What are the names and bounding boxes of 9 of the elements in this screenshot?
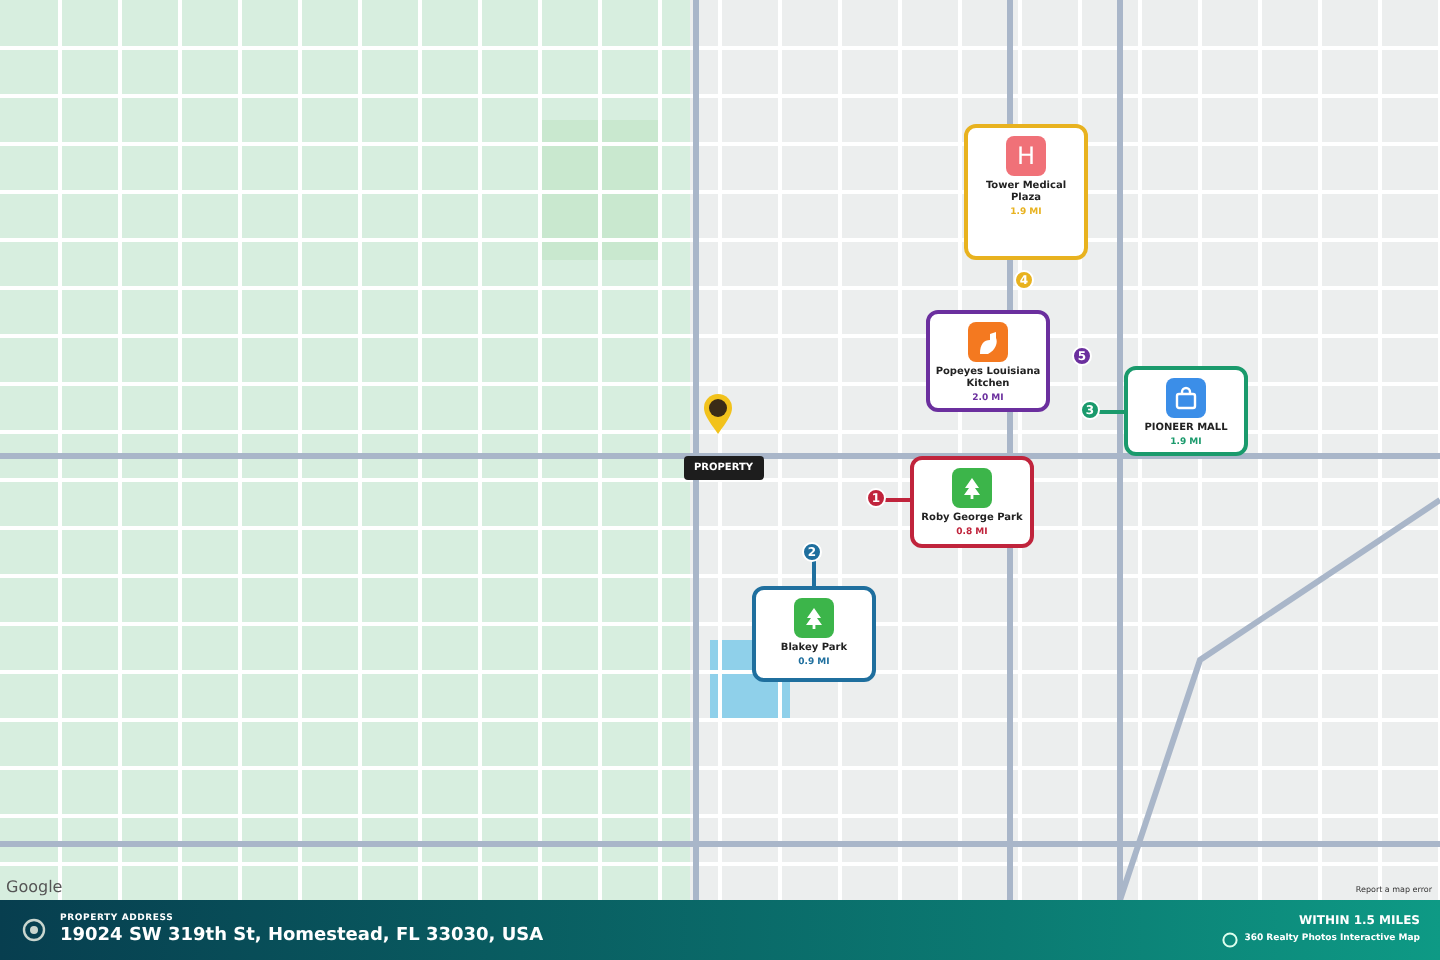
globe-icon [1222, 931, 1239, 947]
tree-icon [794, 598, 834, 638]
tree-icon [952, 468, 992, 508]
map-attribution: Google [6, 878, 63, 896]
location-icon [22, 918, 46, 942]
shopping-bag-icon [1166, 378, 1206, 418]
address-text: 19024 SW 319th St, Homestead, FL 33030, USA [60, 926, 544, 946]
hospital-icon: H [1006, 136, 1046, 176]
location-pin-icon [702, 392, 734, 436]
